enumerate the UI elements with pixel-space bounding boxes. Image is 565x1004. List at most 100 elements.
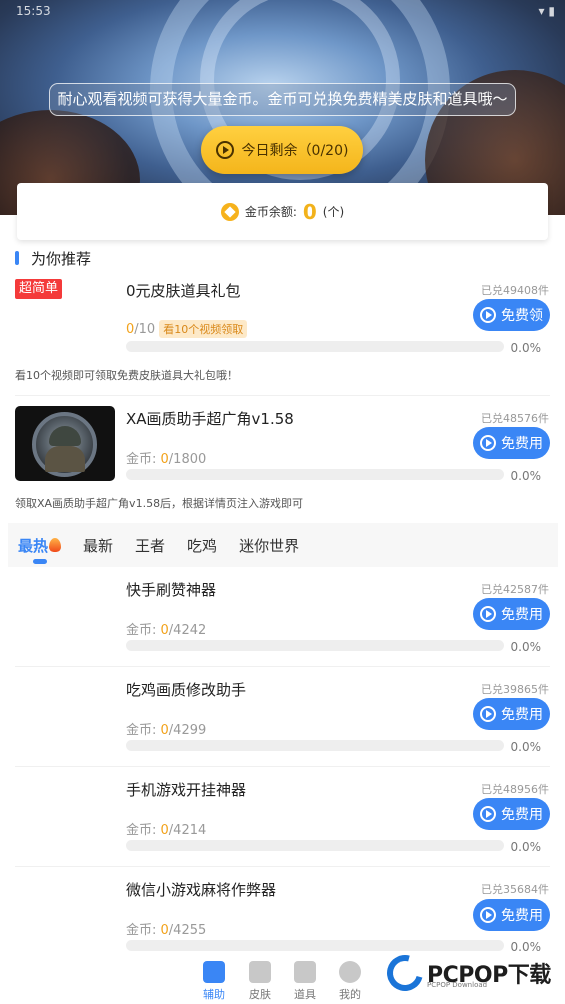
- tab-wangzhe[interactable]: 王者: [135, 535, 165, 556]
- play-icon: [480, 806, 496, 822]
- notice-text: 耐心观看视频可获得大量金币。金币可兑换免费精美皮肤和道具哦～: [49, 83, 516, 116]
- divider: [15, 666, 550, 667]
- item-name: 0元皮肤道具礼包: [126, 282, 241, 300]
- watermark: PCPOP下载 PCPOP Download: [380, 948, 557, 998]
- free-use-button[interactable]: 免费用: [473, 798, 550, 830]
- item-name: 微信小游戏麻将作弊器: [126, 881, 277, 899]
- nav-props-label: 道具: [294, 988, 316, 1001]
- item-name: 快手刷赞神器: [126, 581, 217, 599]
- item-progress-text: 金币: 0/4214: [126, 819, 206, 838]
- play-icon: [480, 706, 496, 722]
- item-progress-bar: [126, 640, 504, 651]
- item-coin-label: 金币:: [126, 723, 161, 738]
- nav-assist[interactable]: 辅助: [194, 961, 234, 1002]
- item-percent: 0.0%: [510, 640, 542, 654]
- pcpop-logo-icon: [380, 948, 430, 998]
- nav-skin-label: 皮肤: [249, 988, 271, 1001]
- free-use-button[interactable]: 免费用: [473, 698, 550, 730]
- free-use-label: 免费用: [501, 436, 543, 452]
- flame-icon: [49, 537, 62, 552]
- item-sold: 已兑48576件: [481, 412, 549, 425]
- cube-icon: [294, 961, 316, 983]
- item-percent: 0.0%: [510, 341, 542, 355]
- tab-new[interactable]: 最新: [83, 535, 113, 556]
- item-tag: 看10个视频领取: [159, 320, 248, 338]
- section-title-text: 为你推荐: [31, 249, 92, 268]
- play-icon: [215, 141, 234, 159]
- free-use-label: 免费用: [501, 707, 543, 723]
- item-desc: 领取XA画质助手超广角v1.58后，根据详情页注入游戏即可: [15, 497, 304, 510]
- item-sold: 已兑48956件: [481, 783, 549, 796]
- item-progress-total: /10: [134, 322, 156, 337]
- play-icon: [480, 606, 496, 622]
- nav-props[interactable]: 道具: [285, 961, 325, 1002]
- item-sold: 已兑49408件: [481, 284, 549, 297]
- item-sold: 已兑39865件: [481, 683, 549, 696]
- coin-balance-card: 金币余额: 0 (个): [17, 183, 548, 240]
- user-icon: [339, 961, 361, 983]
- tab-hot[interactable]: 最热: [18, 535, 62, 556]
- item-progress-total: /4299: [168, 723, 207, 738]
- free-use-label: 免费用: [501, 908, 543, 924]
- item-progress-text: 金币: 0/1800: [126, 448, 206, 467]
- item-progress-current: 0: [160, 723, 169, 738]
- item-desc: 看10个视频即可领取免费皮肤道具大礼包哦！: [15, 369, 238, 382]
- item-progress-current: 0: [160, 823, 169, 838]
- free-use-button[interactable]: 免费用: [473, 427, 550, 459]
- tab-indicator: [33, 559, 47, 564]
- free-use-label: 免费用: [501, 607, 543, 623]
- item-name: 手机游戏开挂神器: [126, 781, 247, 799]
- nav-skin[interactable]: 皮肤: [240, 961, 280, 1002]
- assist-icon: [203, 961, 225, 983]
- status-time: 15:53: [16, 4, 51, 18]
- item-progress-text: 金币: 0/4299: [126, 719, 206, 738]
- item-progress-text: 金币: 0/4242: [126, 619, 206, 638]
- watermark-sub: PCPOP Download: [427, 981, 488, 989]
- tab-hot-label: 最热: [18, 536, 49, 555]
- easy-badge: 超简单: [15, 279, 63, 299]
- item-percent: 0.0%: [510, 740, 542, 754]
- item-progress-total: /1800: [168, 452, 207, 467]
- item-progress-bar: [126, 341, 504, 352]
- item-sold: 已兑35684件: [481, 883, 549, 896]
- coin-value: 0: [302, 199, 317, 224]
- status-icons: ▾ ▮: [538, 4, 555, 18]
- item-name: 吃鸡画质修改助手: [126, 681, 247, 699]
- watch-video-button[interactable]: 今日剩余（0/20): [201, 126, 363, 174]
- free-claim-button[interactable]: 免费领: [473, 299, 550, 331]
- free-use-button[interactable]: 免费用: [473, 598, 550, 630]
- item-progress-current: 0: [160, 923, 169, 938]
- free-use-label: 免费用: [501, 807, 543, 823]
- shirt-icon: [249, 961, 271, 983]
- divider: [15, 766, 550, 767]
- item-coin-label: 金币:: [126, 823, 161, 838]
- item-progress-total: /4255: [168, 923, 207, 938]
- coin-unit: (个): [322, 205, 345, 219]
- item-thumbnail[interactable]: [15, 406, 115, 481]
- nav-mine-label: 我的: [339, 988, 361, 1001]
- item-sold: 已兑42587件: [481, 583, 549, 596]
- item-progress-bar: [126, 469, 504, 480]
- play-icon: [480, 435, 496, 451]
- watch-video-label: 今日剩余（0/20): [241, 143, 349, 159]
- item-progress-current: 0: [160, 623, 169, 638]
- play-icon: [480, 307, 496, 323]
- item-progress-total: /4242: [168, 623, 207, 638]
- item-percent: 0.0%: [510, 469, 542, 483]
- section-bar: [15, 251, 19, 265]
- tab-chiji[interactable]: 吃鸡: [187, 535, 217, 556]
- item-coin-label: 金币:: [126, 623, 161, 638]
- category-tabs: 最热 最新 王者 吃鸡 迷你世界: [8, 523, 558, 567]
- item-progress-text: 0/10 看10个视频领取: [126, 320, 248, 338]
- thumb-body: [45, 446, 85, 472]
- nav-mine[interactable]: 我的: [330, 961, 370, 1002]
- tab-mini-world[interactable]: 迷你世界: [239, 535, 299, 556]
- free-use-button[interactable]: 免费用: [473, 899, 550, 931]
- item-coin-label: 金币:: [126, 923, 161, 938]
- section-title: 为你推荐: [15, 248, 91, 268]
- coin-icon: [220, 202, 239, 221]
- item-percent: 0.0%: [510, 840, 542, 854]
- divider: [15, 395, 550, 396]
- play-icon: [480, 907, 496, 923]
- free-claim-label: 免费领: [501, 308, 543, 324]
